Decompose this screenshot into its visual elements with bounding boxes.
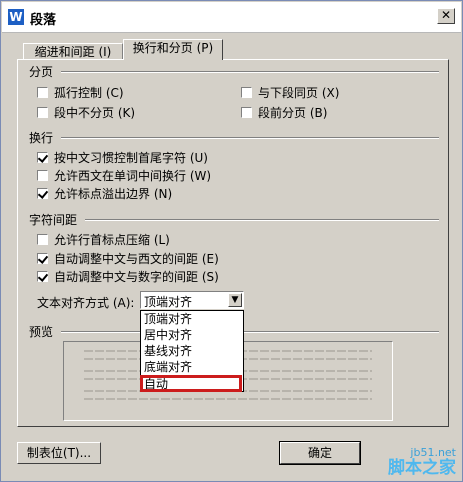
checkbox-label: 段中不分页 (K) (54, 106, 136, 120)
checkbox-label: 孤行控制 (C) (54, 86, 124, 100)
select-value: 顶端对齐 (144, 295, 193, 309)
checkbox-auto-space-western[interactable]: 自动调整中文与西文的间距 (E) (37, 250, 219, 267)
dropdown-option-center[interactable]: 居中对齐 (144, 327, 192, 343)
text-align-label: 文本对齐方式 (A): (37, 296, 135, 310)
checkbox-chinese-rules[interactable]: 按中文习惯控制首尾字符 (U) (37, 149, 208, 166)
checkbox-label: 自动调整中文与数字的间距 (S) (54, 270, 219, 284)
watermark: jb51.net 脚本之家 (388, 446, 456, 477)
divider (85, 219, 439, 221)
title-bar: W 段落 ✕ (2, 2, 461, 33)
tab-indent-spacing[interactable]: 缩进和间距 (I) (23, 43, 123, 60)
dropdown-option-bottom[interactable]: 底端对齐 (144, 359, 192, 375)
section-preview-heading: 预览 (29, 325, 54, 339)
text-align-select[interactable]: 顶端对齐 ▼ (140, 291, 244, 309)
divider (61, 137, 439, 139)
ok-button[interactable]: 确定 (279, 441, 361, 465)
dialog-title: 段落 (30, 13, 57, 28)
checkbox-box[interactable] (37, 253, 48, 264)
checkbox-label: 自动调整中文与西文的间距 (E) (54, 252, 219, 266)
section-linebreak-heading: 换行 (29, 131, 54, 145)
preview-line (84, 398, 372, 400)
paragraph-dialog: W 段落 ✕ 缩进和间距 (I) 换行和分页 (P) 分页 孤行控制 (C) 与… (0, 0, 463, 482)
divider (61, 331, 439, 333)
checkbox-label: 允许西文在单词中间换行 (W) (54, 169, 212, 183)
wps-writer-icon: W (8, 9, 24, 25)
checkbox-label: 段前分页 (B) (258, 106, 328, 120)
checkbox-widow-control[interactable]: 孤行控制 (C) (37, 84, 124, 101)
checkbox-label: 与下段同页 (X) (258, 86, 340, 100)
tab-line-page-break[interactable]: 换行和分页 (P) (123, 39, 223, 60)
checkbox-keep-with-next[interactable]: 与下段同页 (X) (241, 84, 339, 101)
checkbox-compress-punctuation[interactable]: 允许行首标点压缩 (L) (37, 231, 170, 248)
checkbox-box[interactable] (37, 271, 48, 282)
text-align-dropdown-list: 顶端对齐 居中对齐 基线对齐 底端对齐 自动 (140, 310, 244, 392)
dropdown-option-top[interactable]: 顶端对齐 (144, 311, 192, 327)
checkbox-box[interactable] (241, 107, 252, 118)
highlight-box (140, 375, 242, 392)
divider (61, 71, 439, 73)
checkbox-label: 允许标点溢出边界 (N) (54, 187, 173, 201)
checkbox-label: 按中文习惯控制首尾字符 (U) (54, 151, 208, 165)
watermark-name: 脚本之家 (388, 458, 456, 478)
checkbox-box[interactable] (241, 87, 252, 98)
section-pagination-heading: 分页 (29, 65, 54, 79)
checkbox-word-wrap[interactable]: 允许西文在单词中间换行 (W) (37, 167, 211, 184)
checkbox-label: 允许行首标点压缩 (L) (54, 233, 170, 247)
checkbox-box[interactable] (37, 188, 48, 199)
chevron-down-icon[interactable]: ▼ (228, 293, 242, 307)
tab-stops-button[interactable]: 制表位(T)... (17, 442, 101, 464)
checkbox-box[interactable] (37, 107, 48, 118)
checkbox-page-break-before[interactable]: 段前分页 (B) (241, 104, 327, 121)
checkbox-auto-space-numbers[interactable]: 自动调整中文与数字的间距 (S) (37, 268, 219, 285)
close-icon[interactable]: ✕ (437, 8, 455, 24)
checkbox-box[interactable] (37, 87, 48, 98)
checkbox-punctuation-overflow[interactable]: 允许标点溢出边界 (N) (37, 185, 172, 202)
checkbox-box[interactable] (37, 234, 48, 245)
checkbox-keep-lines-together[interactable]: 段中不分页 (K) (37, 104, 135, 121)
checkbox-box[interactable] (37, 170, 48, 181)
section-char-spacing-heading: 字符间距 (29, 213, 78, 227)
dropdown-option-baseline[interactable]: 基线对齐 (144, 343, 192, 359)
checkbox-box[interactable] (37, 152, 48, 163)
